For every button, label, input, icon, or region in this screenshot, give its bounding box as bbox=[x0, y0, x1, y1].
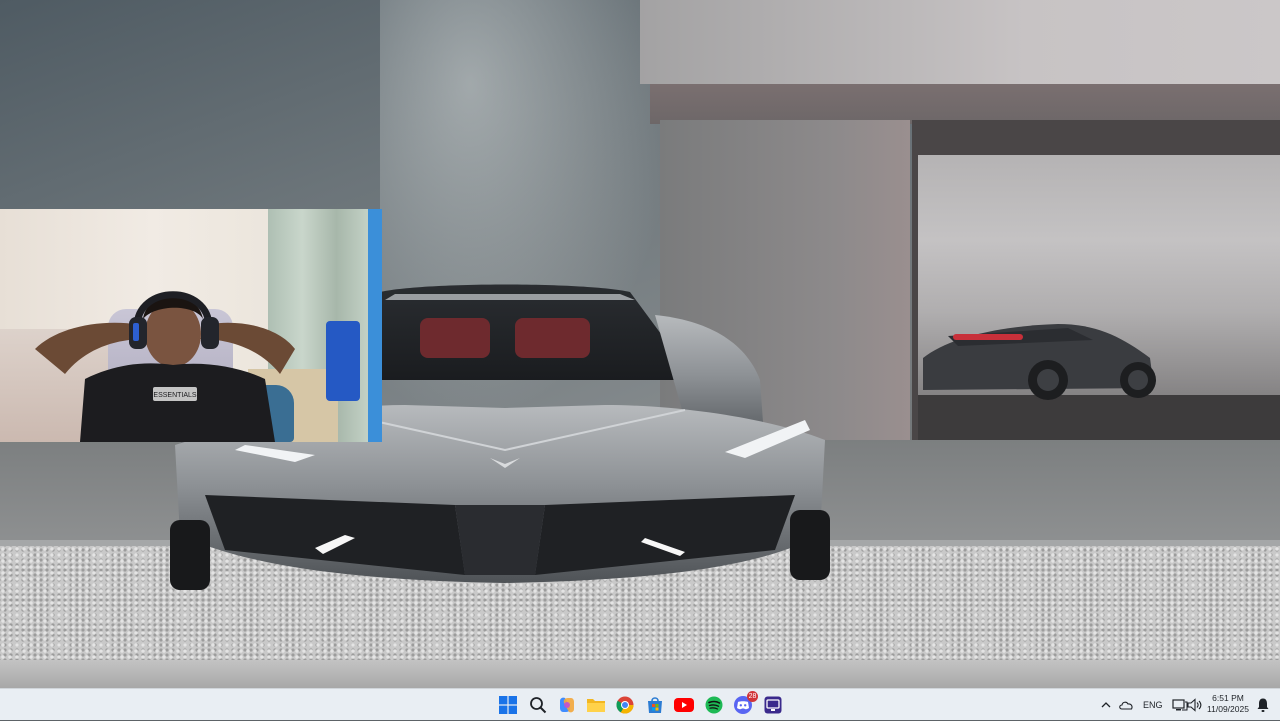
wallpaper-curb bbox=[0, 660, 1280, 688]
recording-app-icon[interactable] bbox=[761, 693, 785, 717]
webcam-streamer: ESSENTIALS bbox=[35, 291, 295, 442]
onedrive-icon[interactable] bbox=[1114, 693, 1138, 717]
webcam-overlay: ESSENTIALS bbox=[0, 209, 382, 442]
folder-icon[interactable] bbox=[584, 693, 608, 717]
chrome-icon[interactable] bbox=[613, 693, 637, 717]
background-car bbox=[923, 324, 1156, 400]
spotify-icon[interactable] bbox=[702, 693, 726, 717]
language-indicator[interactable]: ENG bbox=[1143, 700, 1163, 710]
wallpaper-roof bbox=[640, 0, 1280, 84]
wallpaper-roof-shadow bbox=[650, 84, 1280, 124]
shirt-print: ESSENTIALS bbox=[153, 392, 197, 399]
clock-date: 11/09/2025 bbox=[1207, 704, 1249, 714]
windows-logo-icon[interactable] bbox=[496, 693, 520, 717]
store-icon[interactable] bbox=[643, 693, 667, 717]
taskbar-clock[interactable]: 6:51 PM 11/09/2025 bbox=[1200, 693, 1256, 715]
webcam-blue-object bbox=[326, 321, 360, 401]
taskbar: 28 ENG 6:51 PM 11/09/2025 bbox=[0, 688, 1280, 720]
copilot-icon[interactable] bbox=[555, 693, 579, 717]
discord-notification-badge: 28 bbox=[747, 691, 758, 702]
discord-icon[interactable]: 28 bbox=[731, 691, 758, 717]
notification-icon[interactable] bbox=[1251, 693, 1275, 717]
search-icon[interactable] bbox=[526, 693, 550, 717]
clock-time: 6:51 PM bbox=[1212, 693, 1244, 703]
youtube-icon[interactable] bbox=[672, 693, 696, 717]
webcam-edge-stripe bbox=[368, 209, 382, 442]
